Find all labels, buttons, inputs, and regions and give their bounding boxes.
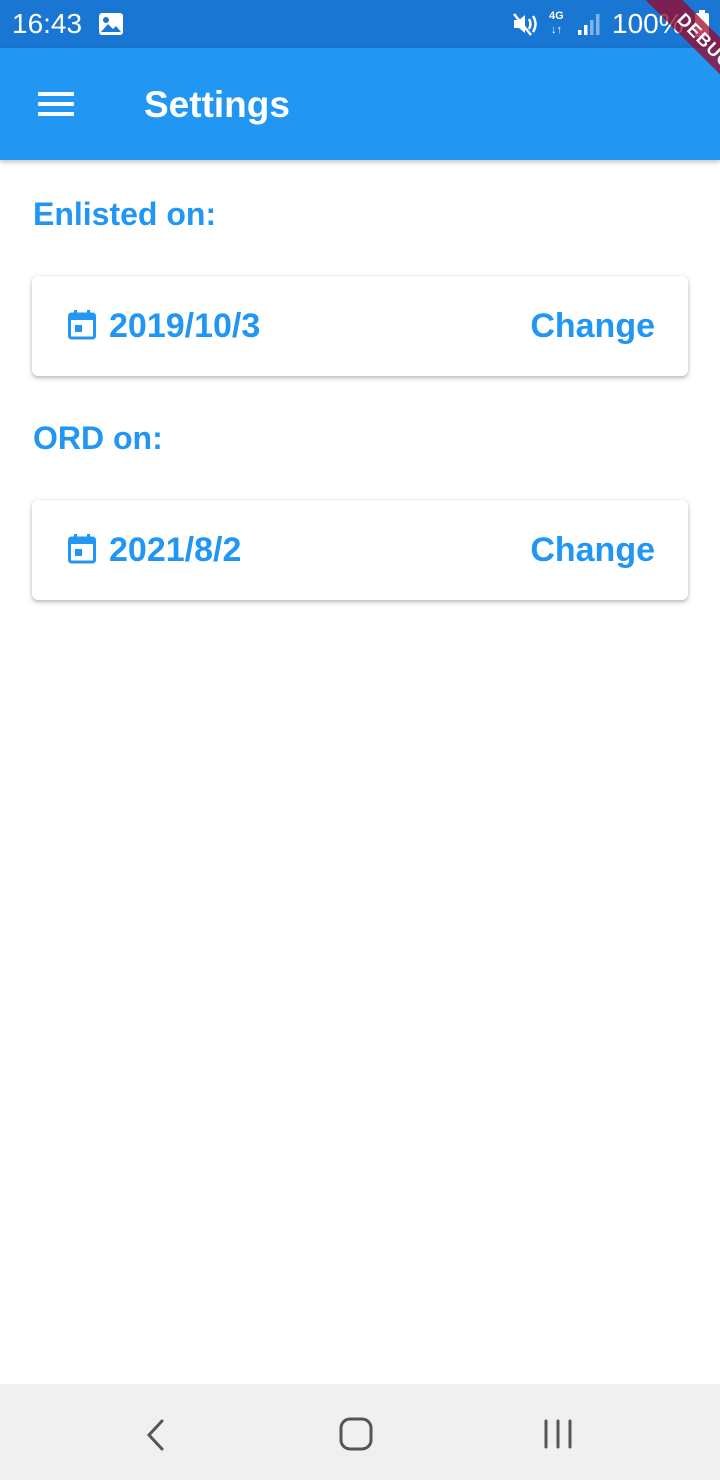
- home-icon[interactable]: [338, 1416, 374, 1452]
- ord-date-card: 2021/8/2 Change: [32, 500, 688, 600]
- enlisted-label: Enlisted on:: [33, 196, 217, 232]
- network-type-label: 4G: [549, 10, 564, 22]
- system-nav-bar: [0, 1384, 720, 1480]
- menu-icon: [38, 92, 74, 96]
- ord-label: ORD on:: [33, 420, 163, 456]
- change-ord-button[interactable]: Change: [530, 531, 655, 569]
- menu-button[interactable]: [28, 80, 84, 128]
- change-enlisted-button[interactable]: Change: [530, 307, 655, 345]
- signal-icon: [578, 14, 600, 35]
- calendar-icon: [68, 534, 96, 564]
- debug-banner-label: DEBUG: [635, 0, 720, 110]
- enlisted-date: 2019/10/3: [109, 307, 261, 345]
- enlisted-date-card: 2019/10/3 Change: [32, 276, 688, 376]
- calendar-icon: [68, 310, 96, 340]
- recents-icon[interactable]: [540, 1418, 576, 1450]
- settings-screen: 16:43 4G ↓↑ 100% Settings DEBUG Enlisted…: [0, 0, 720, 1480]
- debug-banner: DEBUG: [610, 0, 720, 110]
- mute-icon: [513, 13, 537, 36]
- page-title: Settings: [144, 84, 290, 125]
- network-activity-icon: ↓↑: [551, 24, 562, 36]
- status-time: 16:43: [12, 8, 83, 39]
- ord-date: 2021/8/2: [109, 531, 242, 569]
- back-icon[interactable]: [142, 1418, 168, 1452]
- gallery-icon: [99, 13, 123, 35]
